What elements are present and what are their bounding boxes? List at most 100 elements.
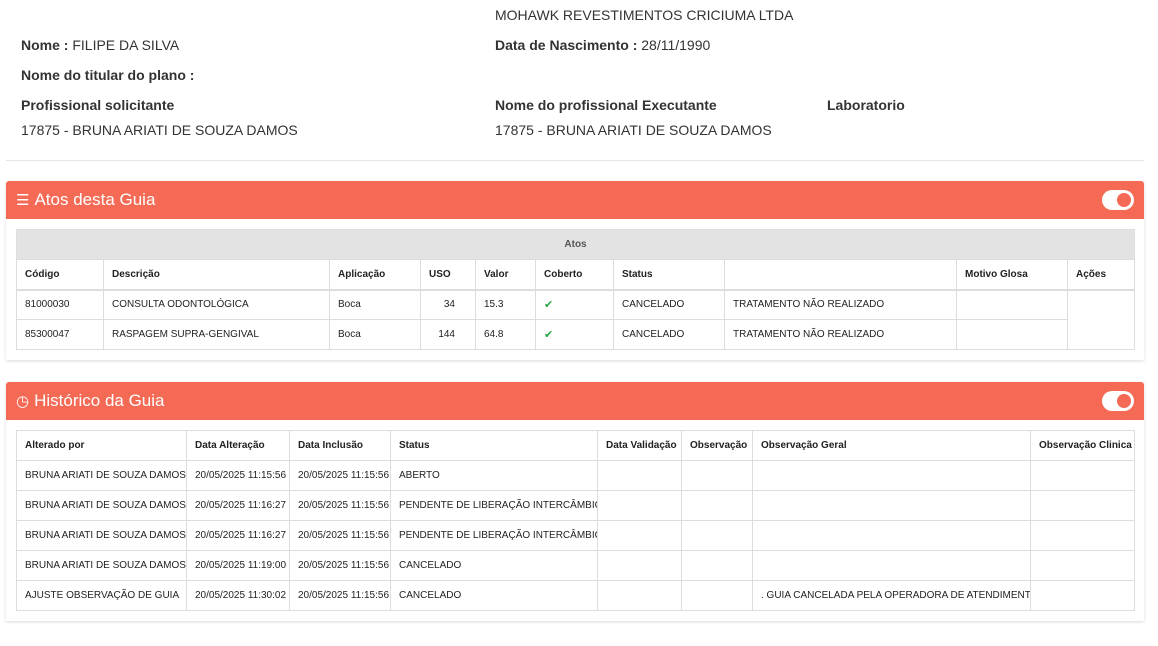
historico-cell [1030, 490, 1135, 521]
divider [6, 160, 1144, 161]
atos-group-header: Atos [15, 229, 1136, 260]
atos-column-header: Valor [475, 259, 536, 291]
patient-name: Nome : FILIPE DA SILVA [21, 37, 179, 53]
table-row: AJUSTE OBSERVAÇÃO DE GUIA 20/05/2025 11:3… [16, 580, 1135, 611]
historico-cell: 20/05/2025 11:30:02 [186, 580, 290, 611]
historico-cell: BRUNA ARIATI DE SOUZA DAMOS [16, 460, 187, 491]
historico-cell: BRUNA ARIATI DE SOUZA DAMOS [16, 490, 187, 521]
historico-cell [1030, 580, 1135, 611]
table-row: BRUNA ARIATI DE SOUZA DAMOS 20/05/2025 11… [16, 550, 1135, 581]
historico-column-header: Data Alteração [186, 430, 290, 461]
cell-descricao: RASPAGEM SUPRA-GENGIVAL [103, 319, 330, 350]
historico-cell [752, 460, 1031, 491]
historico-cell: PENDENTE DE LIBERAÇÃO INTERCÂMBIO [390, 490, 598, 521]
historico-cell [681, 460, 753, 491]
table-row: BRUNA ARIATI DE SOUZA DAMOS 20/05/2025 11… [16, 460, 1135, 491]
historico-column-header: Alterado por [16, 430, 187, 461]
cell-uso: 144 [420, 319, 476, 350]
cell-status: CANCELADO [613, 319, 725, 350]
atos-column-header: USO [420, 259, 476, 291]
historico-cell: 20/05/2025 11:15:56 [186, 460, 290, 491]
historico-column-header: Observação Geral [752, 430, 1031, 461]
historico-cell [752, 490, 1031, 521]
historico-cell [1030, 460, 1135, 491]
cell-motivo: TRATAMENTO NÃO REALIZADO [724, 289, 957, 320]
historico-cell: ABERTO [390, 460, 598, 491]
atos-column-header: Aplicação [329, 259, 421, 291]
historico-column-header: Observação Clinica [1030, 430, 1135, 461]
holder-label: Nome do titular do plano : [21, 67, 195, 83]
historico-cell [752, 550, 1031, 581]
name-label: Nome : [21, 37, 69, 53]
historico-cell: 20/05/2025 11:16:27 [186, 490, 290, 521]
name-value: FILIPE DA SILVA [72, 37, 180, 53]
historico-cell [597, 580, 682, 611]
historico-cell: 20/05/2025 11:19:00 [186, 550, 290, 581]
atos-panel-toggle[interactable] [1102, 190, 1134, 210]
historico-cell [681, 580, 753, 611]
historico-cell: 20/05/2025 11:16:27 [186, 520, 290, 551]
cell-descricao: CONSULTA ODONTOLÓGICA [103, 289, 330, 320]
cell-codigo: 81000030 [16, 289, 104, 320]
historico-panel-toggle[interactable] [1102, 391, 1134, 411]
birth-label: Data de Nascimento : [495, 37, 638, 53]
atos-panel-header: ☰ Atos desta Guia [6, 181, 1144, 219]
atos-column-header: Motivo Glosa [956, 259, 1068, 291]
atos-panel: ☰ Atos desta Guia Atos Código Descrição Ap… [6, 181, 1144, 360]
historico-column-header: Data Inclusão [289, 430, 391, 461]
executor-value: 17875 - BRUNA ARIATI DE SOUZA DAMOS [495, 122, 772, 138]
historico-panel-header: ◷ Histórico da Guia [6, 382, 1144, 420]
historico-cell [1030, 550, 1135, 581]
historico-cell [597, 520, 682, 551]
birth-value: 28/11/1990 [641, 37, 711, 53]
company-name: MOHAWK REVESTIMENTOS CRICIUMA LTDA [495, 7, 794, 23]
cell-valor: 64.8 [475, 319, 536, 350]
historico-cell: BRUNA ARIATI DE SOUZA DAMOS [16, 520, 187, 551]
historico-cell: AJUSTE OBSERVAÇÃO DE GUIA [16, 580, 187, 611]
table-row: BRUNA ARIATI DE SOUZA DAMOS 20/05/2025 11… [16, 490, 1135, 521]
historico-cell: 20/05/2025 11:15:56 [289, 520, 391, 551]
historico-cell: PENDENTE DE LIBERAÇÃO INTERCÂMBIO [390, 520, 598, 551]
requester-value: 17875 - BRUNA ARIATI DE SOUZA DAMOS [21, 122, 298, 138]
table-row: BRUNA ARIATI DE SOUZA DAMOS 20/05/2025 11… [16, 520, 1135, 551]
historico-panel: ◷ Histórico da Guia Alterado por Data Alt… [6, 382, 1144, 621]
cell-aplicacao: Boca [329, 319, 421, 350]
historico-column-header: Data Validação [597, 430, 682, 461]
historico-cell [681, 520, 753, 551]
cell-valor: 15.3 [475, 289, 536, 320]
atos-table: Atos Código Descrição Aplicação USO Valor Cob… [15, 229, 1136, 350]
cell-status: CANCELADO [613, 289, 725, 320]
historico-table: Alterado por Data Alteração Data Inclusão S… [16, 430, 1135, 611]
historico-cell: CANCELADO [390, 580, 598, 611]
holder: Nome do titular do plano : [21, 67, 194, 83]
historico-cell [681, 550, 753, 581]
table-row: 85300047 RASPAGEM SUPRA-GENGIVAL Boca 144 64… [16, 319, 1135, 350]
table-row: 81000030 CONSULTA ODONTOLÓGICA Boca 34 15.3 ✔… [16, 289, 1136, 350]
cell-motivo: TRATAMENTO NÃO REALIZADO [724, 319, 957, 350]
historico-cell [597, 550, 682, 581]
cell-codigo: 85300047 [16, 319, 104, 350]
historico-cell [681, 490, 753, 521]
cell-glosa [956, 289, 1068, 320]
historico-cell [1030, 520, 1135, 551]
cell-aplicacao: Boca [329, 289, 421, 320]
actions-cell[interactable] [1066, 289, 1136, 350]
cell-uso: 34 [420, 289, 476, 320]
atos-column-header: Descrição [103, 259, 330, 291]
lab-label: Laboratorio [827, 97, 905, 113]
atos-panel-title: Atos desta Guia [34, 190, 156, 209]
historico-column-header: Status [390, 430, 598, 461]
historico-cell [597, 460, 682, 491]
cell-coberto: ✔ [535, 319, 614, 350]
executor-label: Nome do profissional Executante [495, 97, 717, 113]
historico-cell [752, 520, 1031, 551]
atos-column-header [724, 259, 957, 291]
historico-cell: CANCELADO [390, 550, 598, 581]
historico-cell: BRUNA ARIATI DE SOUZA DAMOS [16, 550, 187, 581]
cell-glosa [956, 319, 1068, 350]
list-icon: ☰ [16, 192, 30, 209]
historico-cell: 20/05/2025 11:15:56 [289, 490, 391, 521]
historico-cell: 20/05/2025 11:15:56 [289, 550, 391, 581]
historico-cell: 20/05/2025 11:15:56 [289, 580, 391, 611]
atos-column-header: Coberto [535, 259, 614, 291]
